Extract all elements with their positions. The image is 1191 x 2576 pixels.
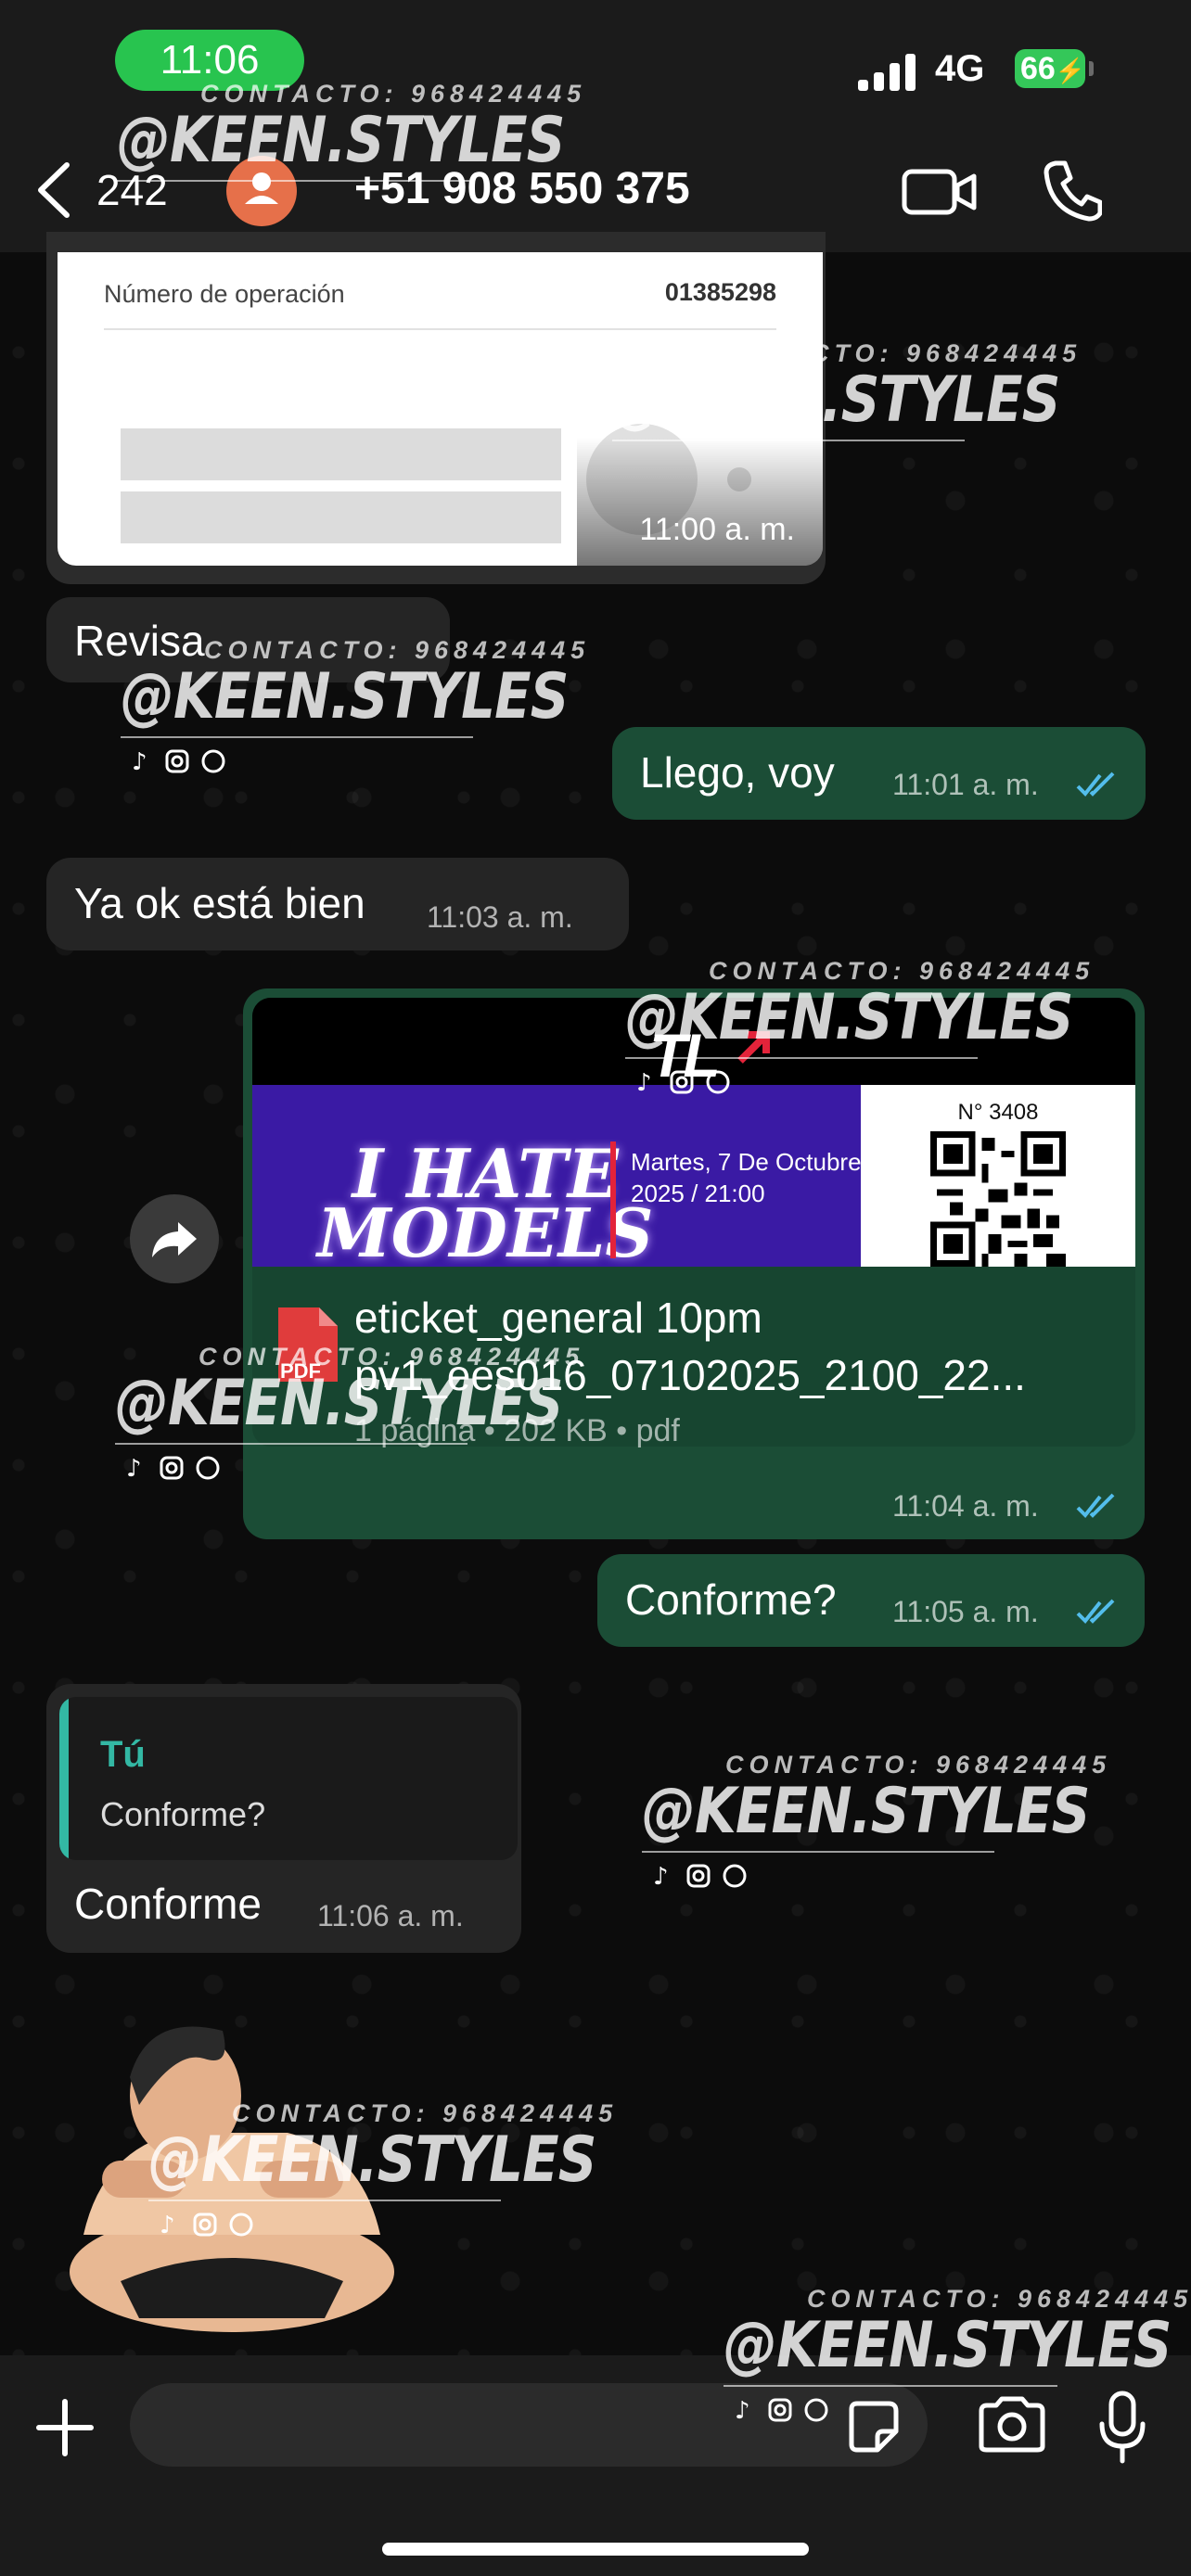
receipt-image-message[interactable]: Número de operación 01385298 11:00 a. m. [46, 232, 826, 584]
attach-button[interactable] [33, 2396, 96, 2459]
pdf-badge: PDF [280, 1359, 321, 1383]
status-bar: 11:06 4G 66⚡ [0, 0, 1191, 130]
sticker-button[interactable] [846, 2400, 900, 2454]
divider [104, 328, 776, 330]
redacted-bar [121, 428, 561, 480]
message-text: Conforme [74, 1880, 262, 1928]
quoted-message[interactable]: Tú Conforme? [59, 1697, 518, 1860]
message-time: 11:00 a. m. [639, 512, 795, 547]
quote-author: Tú [100, 1734, 146, 1775]
accent-divider [610, 1141, 616, 1258]
document-name-continued: pv1_ees016_07102025_2100_22... [354, 1351, 1026, 1399]
incoming-message[interactable]: Ya ok está bien 11:03 a. m. [46, 858, 629, 950]
battery-icon: 66⚡ [1015, 49, 1085, 88]
event-title: I HATE MODELS [317, 1141, 654, 1267]
voice-call-button[interactable] [1043, 159, 1103, 223]
brand-arrow-icon [737, 1031, 770, 1064]
home-indicator [382, 2543, 809, 2556]
document-preview[interactable]: TL I HATE MODELS Martes, 7 De Octubre 20… [252, 998, 1135, 1267]
outgoing-message[interactable]: Conforme? 11:05 a. m. [597, 1554, 1145, 1647]
contact-name[interactable]: +51 908 550 375 [354, 163, 690, 214]
quote-text: Conforme? [100, 1795, 266, 1833]
document-name: eticket_general 10pm [354, 1294, 762, 1342]
ticket-qr-card: N° 3408 [861, 1085, 1135, 1267]
cellular-signal-icon [858, 54, 917, 91]
message-text: Revisa [74, 617, 205, 665]
brand-logo: TL [649, 1021, 721, 1090]
battery-tip [1089, 61, 1094, 76]
battery-level: 66 [1020, 51, 1056, 86]
camera-button[interactable] [978, 2396, 1046, 2454]
operation-label: Número de operación [104, 280, 345, 308]
operation-number: 01385298 [664, 278, 776, 306]
video-call-button[interactable] [902, 167, 978, 217]
plus-icon [36, 2399, 94, 2456]
status-time: 11:06 [115, 30, 304, 91]
microphone-icon [1099, 2391, 1146, 2464]
message-time: 11:06 a. m. [317, 1899, 464, 1932]
event-date-line: Martes, 7 De Octubre [631, 1148, 862, 1176]
chevron-left-icon [38, 162, 70, 218]
read-ticks-icon [1076, 1493, 1115, 1518]
sticker-icon [849, 2401, 899, 2453]
message-time: 11:01 a. m. [892, 768, 1039, 801]
message-time: 11:03 a. m. [427, 900, 573, 934]
incoming-message[interactable]: Revisa [46, 597, 450, 682]
qr-code-icon [930, 1131, 1066, 1267]
unread-count[interactable]: 242 [96, 165, 168, 215]
network-type: 4G [935, 48, 985, 89]
forward-button[interactable] [130, 1194, 219, 1283]
redacted-bar [121, 491, 561, 543]
incoming-reply-message[interactable]: Tú Conforme? Conforme 11:06 a. m. [46, 1684, 521, 1953]
message-time: 11:04 a. m. [892, 1489, 1039, 1523]
receipt-image: Número de operación 01385298 11:00 a. m. [58, 252, 823, 566]
event-time-line: 2025 / 21:00 [631, 1180, 765, 1207]
video-camera-icon [902, 169, 977, 215]
composer-bar: CONTACTO: 968424445 @KEEN.STYLES ♪ [0, 2285, 1191, 2576]
document-message[interactable]: TL I HATE MODELS Martes, 7 De Octubre 20… [243, 988, 1145, 1539]
camera-icon [979, 2396, 1045, 2453]
outgoing-message[interactable]: Llego, voy 11:01 a. m. [612, 727, 1146, 820]
ticket-number: N° 3408 [957, 1100, 1039, 1125]
document-meta: 1 página • 202 KB • pdf [354, 1413, 680, 1448]
message-input[interactable] [130, 2383, 928, 2467]
message-text: Ya ok está bien [74, 879, 365, 927]
event-date: Martes, 7 De Octubre 2025 / 21:00 [631, 1146, 862, 1209]
event-title-line: MODELS [317, 1193, 654, 1267]
message-time: 11:05 a. m. [892, 1595, 1039, 1628]
message-text: Conforme? [625, 1575, 837, 1624]
document-info[interactable]: PDF eticket_general 10pm pv1_ees016_0710… [252, 1267, 1135, 1448]
avatar[interactable] [226, 156, 297, 226]
read-ticks-icon [1076, 772, 1115, 797]
quote-accent-bar [59, 1697, 69, 1860]
person-icon [245, 172, 278, 204]
microphone-button[interactable] [1098, 2391, 1146, 2465]
read-ticks-icon [1076, 1599, 1115, 1624]
phone-icon [1044, 160, 1103, 222]
message-text: Llego, voy [640, 748, 835, 797]
share-forward-icon [152, 1222, 197, 1257]
back-button[interactable] [28, 158, 83, 223]
sticker-image[interactable] [46, 2003, 417, 2337]
